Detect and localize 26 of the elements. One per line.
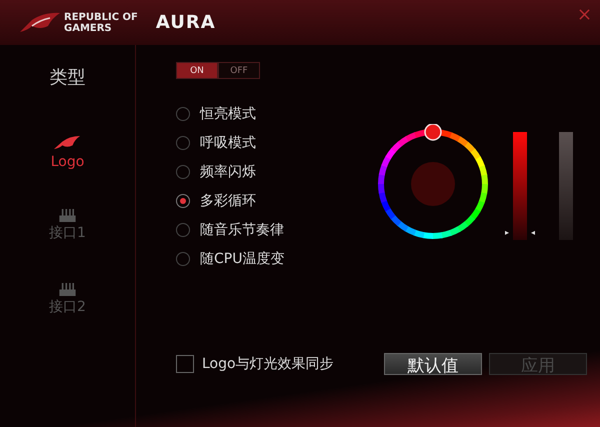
mode-radio[interactable]: 随音乐节奏律 [176,220,336,240]
mode-radio[interactable]: 随CPU温度变 [176,249,336,269]
mode-radio[interactable]: 呼吸模式 [176,133,336,153]
mode-radio[interactable]: 多彩循环 [176,191,336,211]
radio-button[interactable] [176,194,190,208]
toggle-option[interactable]: OFF [218,62,260,79]
sidebar-heading: 类型 [50,66,86,89]
connector-icon [58,209,77,222]
brand-text: REPUBLIC OF [64,12,138,22]
checkbox[interactable] [176,355,194,373]
toggle-option[interactable]: ON [176,62,218,79]
radio-button[interactable] [176,165,190,179]
mode-radio[interactable]: 频率闪烁 [176,162,336,182]
action-button[interactable]: 默认值 [384,353,482,375]
radio-button[interactable] [176,107,190,121]
checkbox-label: Logo与灯光效果同步 [202,355,334,373]
app-name: AURA [156,12,216,33]
radio-button[interactable] [176,136,190,150]
sidebar-item[interactable]: Logo [50,135,84,209]
radio-button[interactable] [176,252,190,266]
close-icon[interactable] [579,9,590,20]
mode-radio[interactable]: 恒亮模式 [176,104,336,124]
radio-button[interactable] [176,223,190,237]
slider-thumb[interactable] [505,230,535,235]
brand-text: GAMERS [64,22,113,34]
connector-icon [58,283,77,296]
